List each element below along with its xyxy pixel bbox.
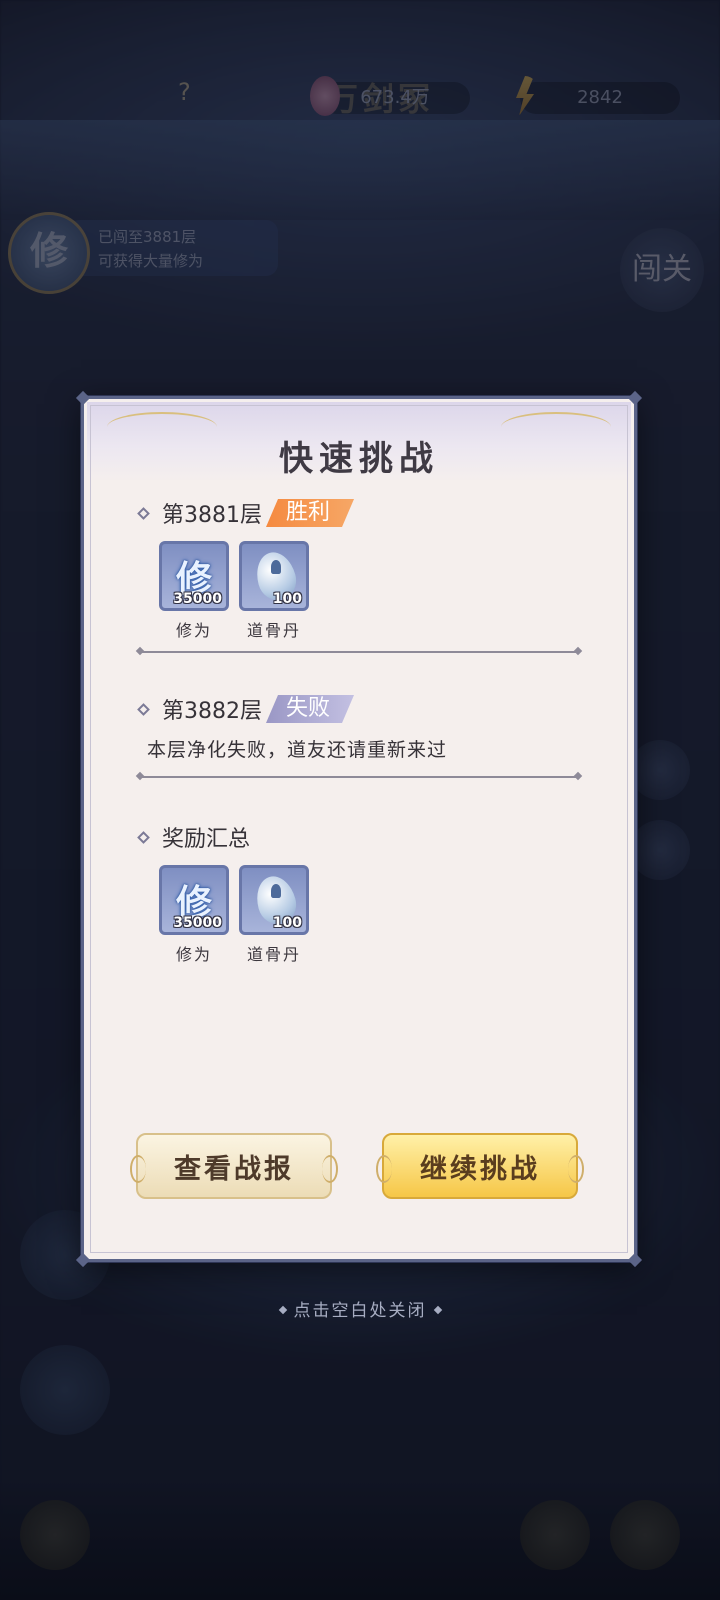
quick-challenge-dialog: 快速挑战 第3881层 胜利 修 35000 修为 100 道骨丹 第3882层… xyxy=(75,390,643,1268)
view-battle-report-button[interactable]: 查看战报 xyxy=(130,1133,338,1199)
victory-tag: 胜利 xyxy=(266,499,354,527)
close-hint-text: 点击空白处关闭 xyxy=(293,1301,427,1321)
section-divider xyxy=(139,776,579,778)
reward-item[interactable]: 100 道骨丹 xyxy=(239,541,309,641)
reward-count: 100 xyxy=(272,591,302,607)
floor-result-1: 第3881层 胜利 修 35000 修为 100 道骨丹 xyxy=(137,495,579,641)
failure-message: 本层净化失败，道友还请重新来过 xyxy=(147,739,448,761)
floor-label: 第3881层 xyxy=(162,503,262,528)
diamond-bullet-icon xyxy=(137,702,150,716)
cultivation-icon[interactable]: 修 35000 xyxy=(159,865,229,935)
reward-count: 100 xyxy=(272,915,302,931)
reward-summary: 奖励汇总 修 35000 修为 100 道骨丹 xyxy=(137,819,579,965)
reward-count: 35000 xyxy=(173,591,222,607)
reward-item[interactable]: 修 35000 修为 xyxy=(159,541,229,641)
section-divider xyxy=(139,651,579,653)
pill-egg-icon[interactable]: 100 xyxy=(239,865,309,935)
cultivation-icon[interactable]: 修 35000 xyxy=(159,541,229,611)
reward-name: 修为 xyxy=(175,945,212,964)
continue-challenge-button[interactable]: 继续挑战 xyxy=(376,1133,584,1199)
summary-label: 奖励汇总 xyxy=(162,827,251,852)
reward-item[interactable]: 100 道骨丹 xyxy=(239,865,309,965)
close-hint: 点击空白处关闭 xyxy=(0,1296,720,1321)
diamond-bullet-icon xyxy=(137,830,150,844)
diamond-bullet-icon xyxy=(137,506,150,520)
reward-name: 道骨丹 xyxy=(246,945,301,964)
reward-name: 道骨丹 xyxy=(246,621,301,640)
pill-egg-icon[interactable]: 100 xyxy=(239,541,309,611)
dialog-title: 快速挑战 xyxy=(279,439,439,479)
reward-count: 35000 xyxy=(173,915,222,931)
floor-label: 第3882层 xyxy=(162,699,262,724)
reward-name: 修为 xyxy=(175,621,212,640)
floor-result-2: 第3882层 失败 本层净化失败，道友还请重新来过 xyxy=(137,691,579,762)
reward-item[interactable]: 修 35000 修为 xyxy=(159,865,229,965)
defeat-tag: 失败 xyxy=(266,695,354,723)
